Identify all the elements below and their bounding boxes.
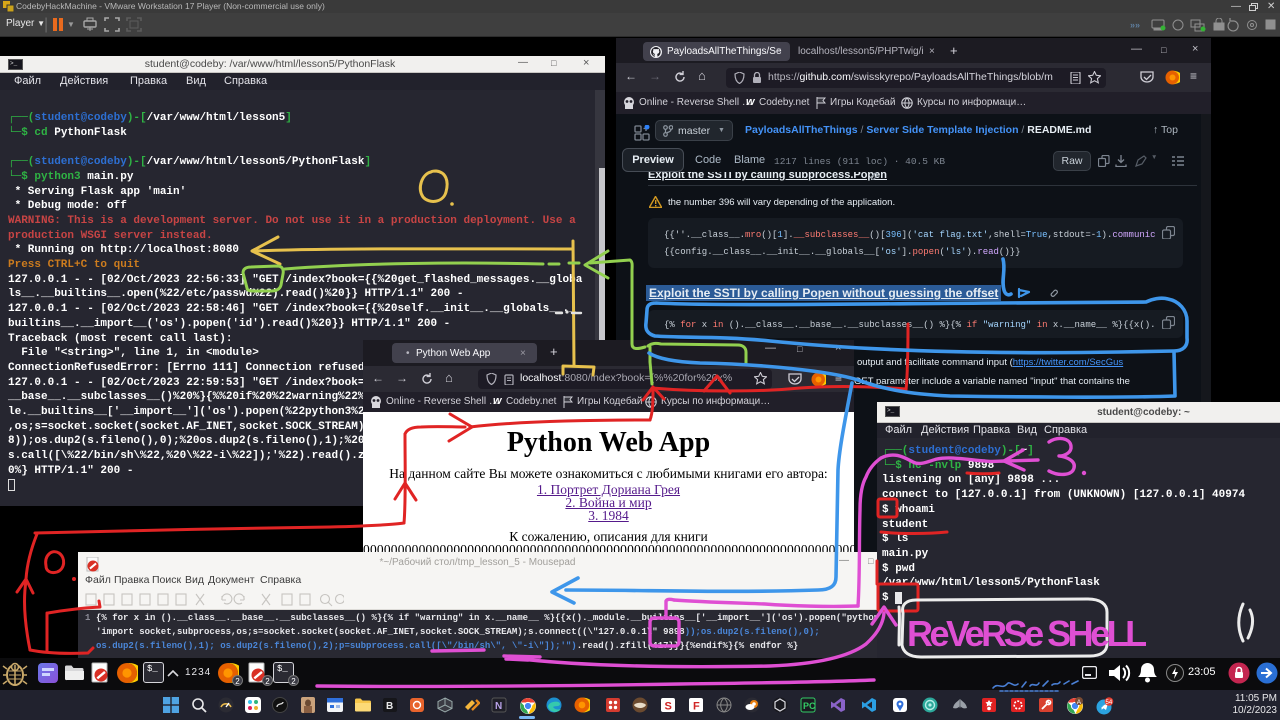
svg-text:N: N [495,701,502,712]
svg-text:S: S [665,701,672,713]
svg-text:A: A [1077,699,1082,706]
svg-text:PC: PC [803,701,816,711]
svg-text:F: F [693,701,700,713]
svg-text:»»: »» [1130,20,1140,30]
svg-text:B: B [386,701,393,712]
svg-text:54: 54 [1106,700,1113,706]
